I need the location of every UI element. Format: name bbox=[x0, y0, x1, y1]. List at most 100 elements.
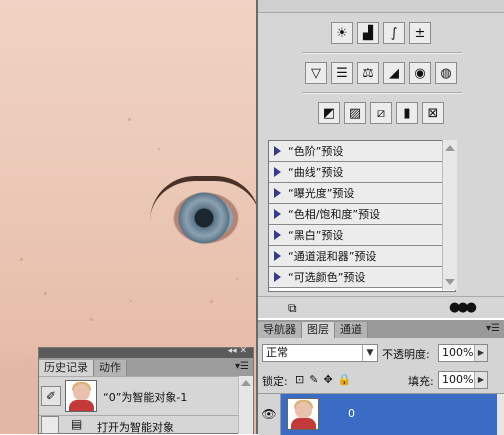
expand-triangle-icon[interactable] bbox=[274, 188, 281, 198]
separator bbox=[302, 92, 462, 94]
preset-item-levels[interactable]: “色阶”预设 bbox=[269, 141, 455, 162]
threshold-icon[interactable]: ⧄ bbox=[370, 102, 392, 124]
tab-layers[interactable]: 图层 bbox=[302, 322, 335, 338]
expand-triangle-icon[interactable] bbox=[274, 209, 281, 219]
history-state-row[interactable]: ▤ 打开为智能对象 bbox=[39, 415, 253, 435]
lock-image-pixels-icon[interactable]: ✎ bbox=[309, 373, 318, 386]
fill-label: 填充: bbox=[408, 375, 434, 388]
snapshot-label: “0”为智能对象-1 bbox=[103, 391, 188, 404]
lock-position-icon[interactable]: ✥ bbox=[323, 373, 332, 386]
tab-channels[interactable]: 通道 bbox=[335, 322, 368, 338]
freckle bbox=[236, 278, 238, 280]
chevron-right-icon[interactable]: ▶ bbox=[474, 372, 487, 388]
levels-icon[interactable]: ▟ bbox=[357, 22, 379, 44]
fill-value: 100% bbox=[442, 373, 474, 386]
preset-label: “黑白”预设 bbox=[288, 229, 344, 242]
history-panel-tabbar: 历史记录 动作 bbox=[39, 358, 253, 376]
preset-item-hue-saturation[interactable]: “色相/饱和度”预设 bbox=[269, 204, 455, 225]
expand-triangle-icon[interactable] bbox=[274, 167, 281, 177]
history-brush-source-icon[interactable]: ✐ bbox=[41, 386, 61, 406]
clip-to-layer-icon[interactable]: ⧉ bbox=[288, 301, 297, 316]
expand-triangle-icon[interactable] bbox=[274, 251, 281, 261]
history-brush-source-icon[interactable] bbox=[41, 416, 59, 434]
scroll-down-arrow-icon[interactable] bbox=[445, 279, 455, 285]
view-previous-state-icon[interactable]: ●●● bbox=[449, 300, 477, 315]
expand-triangle-icon[interactable] bbox=[274, 230, 281, 240]
history-scrollbar[interactable] bbox=[238, 376, 253, 434]
lock-label: 锁定: bbox=[262, 375, 288, 388]
freckle bbox=[90, 318, 93, 321]
layer-selection-highlight[interactable]: 0 bbox=[281, 394, 497, 435]
freckle bbox=[128, 118, 131, 121]
preset-scrollbar[interactable] bbox=[442, 140, 457, 290]
eye-visibility-icon[interactable]: 👁 bbox=[258, 394, 281, 435]
opacity-label: 不透明度: bbox=[382, 348, 430, 361]
lock-icons: ⊡ ✎ ✥ 🔒 bbox=[295, 373, 351, 386]
panel-menu-icon[interactable]: ▾☰ bbox=[235, 361, 249, 372]
preset-item-exposure[interactable]: “曝光度”预设 bbox=[269, 183, 455, 204]
exposure-icon[interactable]: ± bbox=[409, 22, 431, 44]
adjustment-icons-row-1: ☀ ▟ ∫ ± bbox=[258, 22, 504, 44]
freckle bbox=[44, 292, 47, 295]
history-panel-titlebar[interactable]: ◂◂ ✕ bbox=[39, 346, 253, 358]
preset-item-channel-mixer[interactable]: “通道混和器”预设 bbox=[269, 246, 455, 267]
preset-label: “色相/饱和度”预设 bbox=[288, 208, 381, 221]
tab-history[interactable]: 历史记录 bbox=[39, 360, 94, 376]
collapse-close-icon[interactable]: ◂◂ ✕ bbox=[228, 346, 247, 356]
gradient-map-icon[interactable]: ▮ bbox=[396, 102, 418, 124]
freckle bbox=[210, 300, 213, 303]
curves-icon[interactable]: ∫ bbox=[383, 22, 405, 44]
photo-filter-icon[interactable]: ◉ bbox=[409, 62, 431, 84]
chevron-down-icon[interactable]: ▼ bbox=[362, 345, 377, 361]
lock-transparent-pixels-icon[interactable]: ⊡ bbox=[295, 373, 304, 386]
layers-scrollbar[interactable] bbox=[497, 394, 504, 435]
tab-actions[interactable]: 动作 bbox=[94, 360, 127, 376]
snapshot-thumbnail bbox=[65, 380, 97, 412]
layers-panel: 导航器 图层 通道 ▾☰ 正常 ▼ 不透明度: 100% ▶ 锁定: ⊡ ✎ ✥… bbox=[258, 320, 504, 435]
posterize-icon[interactable]: ▨ bbox=[344, 102, 366, 124]
channel-mixer-icon[interactable]: ◍ bbox=[435, 62, 457, 84]
layer-name: 0 bbox=[348, 407, 355, 420]
freckle bbox=[158, 148, 160, 150]
history-panel: ◂◂ ✕ 历史记录 动作 ▾☰ ✐ “0”为智能对象-1 ▤ 打开为智能对象 bbox=[38, 346, 254, 435]
expand-triangle-icon[interactable] bbox=[274, 272, 281, 282]
adjustments-panel: ☀ ▟ ∫ ± ▽ ☰ ⚖ ◢ ◉ ◍ ◩ ▨ ⧄ ▮ ⊠ “色阶”预设 “曲线… bbox=[258, 0, 504, 318]
opacity-field[interactable]: 100% ▶ bbox=[438, 344, 488, 362]
tab-navigator[interactable]: 导航器 bbox=[258, 322, 302, 338]
expand-triangle-icon[interactable] bbox=[274, 146, 281, 156]
eye-iris-shape bbox=[178, 192, 230, 244]
separator bbox=[302, 52, 462, 54]
preset-list: “色阶”预设 “曲线”预设 “曝光度”预设 “色相/饱和度”预设 “黑白”预设 … bbox=[268, 140, 456, 292]
adjustments-footer: ⧉ ●●● bbox=[258, 296, 504, 319]
preset-label: “色阶”预设 bbox=[288, 145, 344, 158]
preset-item-selective-color[interactable]: “可选颜色”预设 bbox=[269, 267, 455, 288]
fill-field[interactable]: 100% ▶ bbox=[438, 371, 488, 389]
hue-saturation-icon[interactable]: ☰ bbox=[331, 62, 353, 84]
lock-all-icon[interactable]: 🔒 bbox=[338, 373, 352, 386]
preset-item-black-white[interactable]: “黑白”预设 bbox=[269, 225, 455, 246]
scroll-up-arrow-icon[interactable] bbox=[445, 145, 455, 151]
scroll-up-arrow-icon[interactable] bbox=[241, 380, 251, 386]
freckle bbox=[130, 300, 132, 302]
selective-color-icon[interactable]: ⊠ bbox=[422, 102, 444, 124]
document-icon: ▤ bbox=[71, 417, 83, 431]
preset-label: “可选颜色”预设 bbox=[288, 271, 366, 284]
panel-header bbox=[258, 0, 504, 13]
opacity-value: 100% bbox=[442, 346, 474, 359]
chevron-right-icon[interactable]: ▶ bbox=[474, 345, 487, 361]
brightness-contrast-icon[interactable]: ☀ bbox=[331, 22, 353, 44]
preset-label: “通道混和器”预设 bbox=[288, 250, 377, 263]
history-snapshot-row[interactable]: ✐ “0”为智能对象-1 bbox=[39, 376, 253, 415]
freckle bbox=[20, 258, 23, 261]
vibrance-icon[interactable]: ▽ bbox=[305, 62, 327, 84]
preset-item-curves[interactable]: “曲线”预设 bbox=[269, 162, 455, 183]
blend-mode-select[interactable]: 正常 ▼ bbox=[262, 344, 378, 362]
black-white-icon[interactable]: ◢ bbox=[383, 62, 405, 84]
blend-mode-value: 正常 bbox=[266, 346, 288, 359]
panel-menu-icon[interactable]: ▾☰ bbox=[486, 323, 500, 334]
color-balance-icon[interactable]: ⚖ bbox=[357, 62, 379, 84]
layers-panel-tabbar: 导航器 图层 通道 bbox=[258, 320, 504, 338]
history-state-label: 打开为智能对象 bbox=[97, 421, 174, 434]
layer-row[interactable]: 👁 0 bbox=[258, 393, 504, 435]
invert-icon[interactable]: ◩ bbox=[318, 102, 340, 124]
